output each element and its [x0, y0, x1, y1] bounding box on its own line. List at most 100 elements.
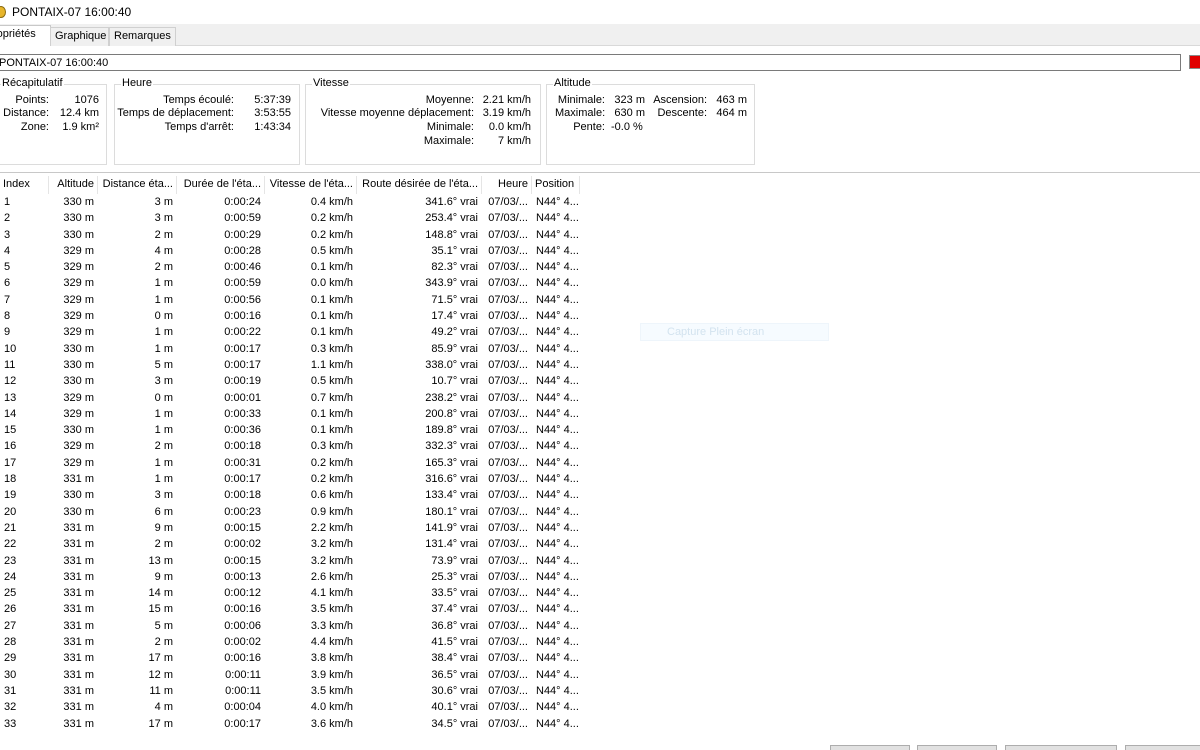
- table-row[interactable]: 20 330 m 6 m 0:00:23 0.9 km/h 180.1° vrai 07/0…: [0, 504, 580, 520]
- avg-speed-label: Moyenne:: [425, 94, 474, 106]
- cell-route: 189.8° vrai: [425, 424, 478, 437]
- column-header-route[interactable]: Route désirée de l'éta...: [357, 176, 482, 194]
- cell-position: N44° 4...: [536, 587, 579, 600]
- cell-altitude: 331 m: [63, 619, 94, 632]
- splitter[interactable]: [0, 172, 1200, 173]
- table-row[interactable]: 22 331 m 2 m 0:00:02 3.2 km/h 131.4° vrai 07/0…: [0, 536, 580, 552]
- table-row[interactable]: 15 330 m 1 m 0:00:36 0.1 km/h 189.8° vrai 07/0…: [0, 422, 580, 438]
- table-row[interactable]: 9 329 m 1 m 0:00:22 0.1 km/h 49.2° vrai 07/03/…: [0, 324, 580, 340]
- cell-position: N44° 4...: [536, 570, 579, 583]
- column-header-time[interactable]: Heure: [482, 176, 532, 194]
- cell-position: N44° 4...: [536, 407, 579, 420]
- table-row[interactable]: 23 331 m 13 m 0:00:15 3.2 km/h 73.9° vrai 07/0…: [0, 553, 580, 569]
- dialog-button-3[interactable]: [1005, 745, 1117, 750]
- summary-group: Récapitulatif Points: 1076 Distance: 12.…: [0, 77, 107, 165]
- dialog-button-4[interactable]: [1125, 745, 1200, 750]
- cell-time: 07/03/...: [488, 603, 528, 616]
- table-row[interactable]: 30 331 m 12 m 0:00:11 3.9 km/h 36.5° vrai 07/0…: [0, 667, 580, 683]
- table-row[interactable]: 13 329 m 0 m 0:00:01 0.7 km/h 238.2° vrai 07/0…: [0, 390, 580, 406]
- column-header-speed[interactable]: Vitesse de l'éta...: [265, 176, 357, 194]
- table-row[interactable]: 14 329 m 1 m 0:00:33 0.1 km/h 200.8° vrai 07/0…: [0, 406, 580, 422]
- cell-position: N44° 4...: [536, 326, 579, 339]
- cell-index: 18: [4, 473, 17, 486]
- cell-altitude: 331 m: [63, 717, 94, 730]
- cell-altitude: 330 m: [63, 358, 94, 371]
- cell-altitude: 330 m: [63, 375, 94, 388]
- track-color-swatch[interactable]: [1189, 55, 1200, 69]
- dialog-button-2[interactable]: [917, 745, 997, 750]
- column-header-distance[interactable]: Distance éta...: [98, 176, 177, 194]
- cell-altitude: 331 m: [63, 554, 94, 567]
- cell-altitude: 331 m: [63, 603, 94, 616]
- min-speed-label: Minimale:: [426, 121, 474, 133]
- cell-time: 07/03/...: [488, 619, 528, 632]
- column-header-altitude[interactable]: Altitude: [49, 176, 98, 194]
- cell-index: 29: [4, 652, 17, 665]
- cell-time: 07/03/...: [488, 587, 528, 600]
- summary-legend: Récapitulatif: [1, 77, 64, 89]
- table-row[interactable]: 17 329 m 1 m 0:00:31 0.2 km/h 165.3° vrai 07/0…: [0, 455, 580, 471]
- cell-distance: 1 m: [154, 456, 173, 469]
- table-row[interactable]: 16 329 m 2 m 0:00:18 0.3 km/h 332.3° vrai 07/0…: [0, 438, 580, 454]
- cell-duration: 0:00:28: [224, 244, 261, 257]
- points-label: Points:: [15, 94, 49, 106]
- tab-graphique[interactable]: Graphique: [50, 27, 109, 46]
- table-row[interactable]: 10 330 m 1 m 0:00:17 0.3 km/h 85.9° vrai 07/03…: [0, 341, 580, 357]
- cell-index: 19: [4, 489, 17, 502]
- speed-legend: Vitesse: [312, 77, 350, 89]
- cell-speed: 1.1 km/h: [310, 358, 353, 371]
- trackpoint-table[interactable]: 1 330 m3 m 0:00:24 0.4 km/h 341.6° vrai 07/03…: [0, 194, 580, 750]
- cell-distance: 1 m: [154, 277, 173, 290]
- table-row[interactable]: 4 329 m 4 m 0:00:28 0.5 km/h 35.1° vrai 07/03/…: [0, 243, 580, 259]
- cell-index: 30: [4, 668, 17, 681]
- table-row[interactable]: 6 329 m 1 m 0:00:59 0.0 km/h 343.9° vrai 07/03…: [0, 275, 580, 291]
- table-row[interactable]: 32 331 m 4 m 0:00:04 4.0 km/h 40.1° vrai 07/03…: [0, 699, 580, 715]
- cell-altitude: 330 m: [63, 212, 94, 225]
- cell-route: 85.9° vrai: [431, 342, 478, 355]
- table-row[interactable]: 1 330 m 3 m 0:00:24 0.4 km/h 341.6° vrai 07/03…: [0, 194, 580, 210]
- table-row[interactable]: 29 331 m 17 m 0:00:16 3.8 km/h 38.4° vrai 07/0…: [0, 650, 580, 666]
- cell-route: 25.3° vrai: [431, 570, 478, 583]
- cell-time: 07/03/...: [488, 636, 528, 649]
- table-row[interactable]: 25 331 m 14 m 0:00:12 4.1 km/h 33.5° vrai 07/0…: [0, 585, 580, 601]
- track-name-input[interactable]: [0, 54, 1181, 71]
- table-row[interactable]: 11 330 m 5 m 0:00:17 1.1 km/h 338.0° vrai 07/0…: [0, 357, 580, 373]
- column-header-duration[interactable]: Durée de l'éta...: [177, 176, 265, 194]
- table-row[interactable]: 27 331 m 5 m 0:00:06 3.3 km/h 36.8° vrai 07/03…: [0, 618, 580, 634]
- table-row[interactable]: 26 331 m 15 m 0:00:16 3.5 km/h 37.4° vrai 07/0…: [0, 601, 580, 617]
- table-row[interactable]: 5 329 m 2 m 0:00:46 0.1 km/h 82.3° vrai 07/03/…: [0, 259, 580, 275]
- table-row[interactable]: 7 329 m 1 m 0:00:56 0.1 km/h 71.5° vrai 07/03/…: [0, 292, 580, 308]
- tab-proprietes[interactable]: ropriétés: [0, 25, 51, 46]
- cell-time: 07/03/...: [488, 538, 528, 551]
- dialog-button-1[interactable]: [830, 745, 910, 750]
- cell-position: N44° 4...: [536, 505, 579, 518]
- table-row[interactable]: 18 331 m 1 m 0:00:17 0.2 km/h 316.6° vrai 07/0…: [0, 471, 580, 487]
- column-header-position[interactable]: Position: [532, 176, 580, 194]
- cell-duration: 0:00:22: [224, 326, 261, 339]
- table-row[interactable]: 8 329 m 0 m 0:00:16 0.1 km/h 17.4° vrai 07/03/…: [0, 308, 580, 324]
- cell-route: 41.5° vrai: [431, 636, 478, 649]
- column-header-index[interactable]: Index: [0, 176, 49, 194]
- cell-time: 07/03/...: [488, 521, 528, 534]
- table-row[interactable]: 31 331 m 11 m 0:00:11 3.5 km/h 30.6° vrai 07/0…: [0, 683, 580, 699]
- cell-position: N44° 4...: [536, 456, 579, 469]
- table-row[interactable]: 12 330 m 3 m 0:00:19 0.5 km/h 10.7° vrai 07/03…: [0, 373, 580, 389]
- cell-altitude: 330 m: [63, 196, 94, 208]
- cell-position: N44° 4...: [536, 391, 579, 404]
- cell-distance: 3 m: [154, 375, 173, 388]
- cell-index: 25: [4, 587, 17, 600]
- table-row[interactable]: 21 331 m 9 m 0:00:15 2.2 km/h 141.9° vrai 07/0…: [0, 520, 580, 536]
- table-row[interactable]: 24 331 m 9 m 0:00:13 2.6 km/h 25.3° vrai 07/03…: [0, 569, 580, 585]
- cell-speed: 0.1 km/h: [310, 310, 353, 323]
- table-row[interactable]: 19 330 m 3 m 0:00:18 0.6 km/h 133.4° vrai 07/0…: [0, 487, 580, 503]
- cell-altitude: 330 m: [63, 424, 94, 437]
- cell-position: N44° 4...: [536, 293, 579, 306]
- cell-route: 17.4° vrai: [431, 310, 478, 323]
- table-row[interactable]: 28 331 m 2 m 0:00:02 4.4 km/h 41.5° vrai 07/03…: [0, 634, 580, 650]
- cell-route: 38.4° vrai: [431, 652, 478, 665]
- table-row[interactable]: 33 331 m 17 m 0:00:17 3.6 km/h 34.5° vrai 07/0…: [0, 716, 580, 732]
- table-row[interactable]: 3 330 m 2 m 0:00:29 0.2 km/h 148.8° vrai 07/03…: [0, 227, 580, 243]
- tab-remarques[interactable]: Remarques: [109, 27, 176, 46]
- table-row[interactable]: 2 330 m 3 m 0:00:59 0.2 km/h 253.4° vrai 07/03…: [0, 210, 580, 226]
- cell-speed: 3.9 km/h: [310, 668, 353, 681]
